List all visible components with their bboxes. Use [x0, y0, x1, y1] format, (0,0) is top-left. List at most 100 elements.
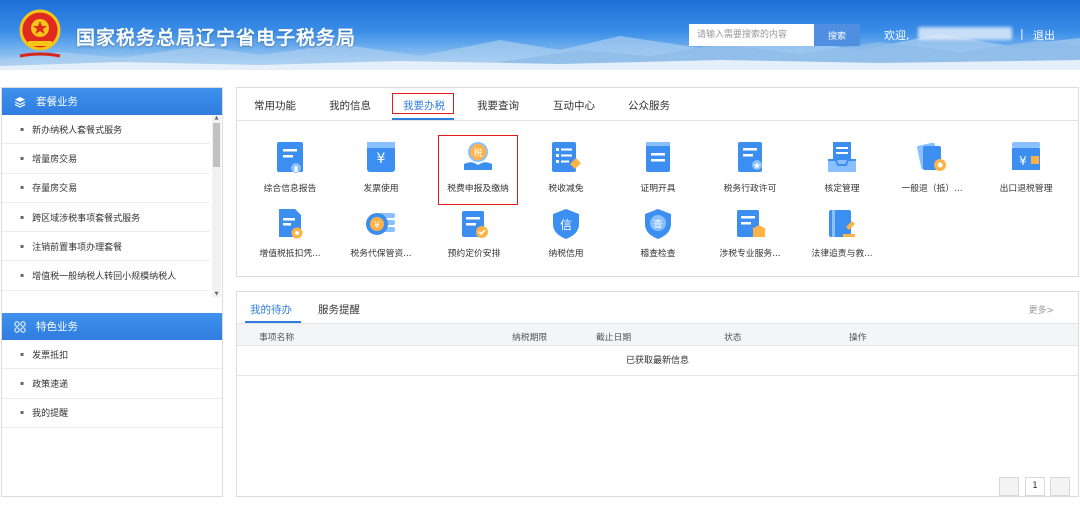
sidebar-item[interactable]: 新办纳税人套餐式服务 [2, 115, 210, 145]
sidebar-item[interactable]: 增值税一般纳税人转回小规模纳税人 [2, 261, 210, 291]
yuan-glyph: ¥ [377, 151, 386, 167]
blurred-username [918, 27, 1012, 40]
logout-link[interactable]: 退出 [1033, 27, 1055, 43]
pagination-prev-button[interactable] [999, 477, 1019, 496]
audit-glyph: 查 [653, 218, 662, 230]
license-icon [738, 142, 762, 172]
func-label: 一般退（抵）... [901, 184, 963, 194]
site-title: 国家税务总局辽宁省电子税务局 [76, 27, 357, 49]
active-tab-indicator [245, 321, 301, 323]
sidebar-package-list: 新办纳税人套餐式服务 增量房交易 存量房交易 跨区域涉税事项套餐式服务 注销前置… [2, 115, 222, 297]
func-inspection[interactable]: 查 稽查检查 [613, 207, 703, 259]
audit-shield-icon: 查 [645, 209, 671, 239]
func-tax-credit[interactable]: 信 纳税信用 [521, 207, 611, 259]
sidebar-item[interactable]: 我的提醒 [2, 399, 222, 428]
column-header: 截止日期 [596, 333, 632, 343]
func-certificate-issue[interactable]: 证明开具 [613, 138, 703, 194]
site-header: 国家税务总局辽宁省电子税务局 搜索 欢迎, | 退出 [0, 0, 1080, 70]
sidebar-section-special[interactable]: 特色业务 [2, 313, 222, 340]
refund-cards-gear-icon [917, 142, 946, 171]
search-button[interactable]: 搜索 [814, 24, 860, 46]
document-gear-icon [279, 209, 303, 239]
func-tax-reduction[interactable]: 税收减免 [521, 138, 611, 194]
invoice-icon: ¥ [367, 142, 395, 172]
yuan-glyph: ¥ [1019, 154, 1027, 168]
func-label: 稽查检查 [640, 249, 676, 259]
sidebar-section-package[interactable]: 套餐业务 [2, 88, 222, 115]
func-label: 综合信息报告 [263, 184, 317, 194]
func-comprehensive-report[interactable]: 综合信息报告 [245, 138, 335, 194]
func-assessment-management[interactable]: 核定管理 [797, 138, 887, 194]
list-check-icon [552, 142, 581, 172]
sidebar-item[interactable]: 增量房交易 [2, 144, 210, 174]
pagination-next-button[interactable] [1050, 477, 1070, 496]
active-tab-indicator [392, 118, 454, 120]
func-legal-remedy[interactable]: 法律追责与救... [797, 207, 887, 259]
tab-public-service[interactable]: 公众服务 [628, 98, 670, 113]
scrollbar-thumb[interactable] [213, 123, 220, 167]
func-professional-services[interactable]: 涉税专业服务... [705, 207, 795, 259]
coin-stack-icon: ¥ [366, 213, 395, 235]
document-report-icon [277, 142, 303, 173]
func-label: 证明开具 [640, 184, 676, 194]
column-header: 事项名称 [259, 333, 295, 343]
func-vat-deduction[interactable]: 增值税抵扣凭... [245, 207, 335, 259]
func-label: 税务行政许可 [723, 184, 777, 194]
column-header: 操作 [849, 333, 867, 343]
search-input[interactable] [689, 24, 814, 46]
layers-icon [14, 96, 26, 108]
sidebar-section-title: 套餐业务 [36, 96, 78, 108]
func-label: 核定管理 [824, 184, 860, 194]
grid-icon [14, 320, 26, 333]
sidebar-section-title: 特色业务 [36, 321, 78, 333]
document-building-icon [737, 210, 766, 237]
func-admin-license[interactable]: 税务行政许可 [705, 138, 795, 194]
func-export-refund[interactable]: ¥ 出口退税管理 [981, 138, 1071, 194]
func-label: 增值税抵扣凭... [259, 249, 321, 259]
tax-bureau-emblem-icon [19, 9, 61, 58]
tab-service-reminder[interactable]: 服务提醒 [318, 302, 360, 317]
tab-my-todo[interactable]: 我的待办 [250, 302, 292, 317]
func-label: 发票使用 [363, 184, 399, 194]
tab-query[interactable]: 我要查询 [477, 98, 519, 113]
tab-my-info[interactable]: 我的信息 [329, 98, 371, 113]
func-label: 税务代保管资... [350, 249, 412, 259]
sidebar-item[interactable]: 注销前置事项办理套餐 [2, 232, 210, 262]
yuan-glyph: ¥ [374, 221, 380, 231]
func-label: 出口退税管理 [999, 184, 1053, 194]
func-label: 税收减免 [548, 184, 584, 194]
credit-shield-icon: 信 [553, 209, 579, 239]
scroll-up-icon[interactable]: ▲ [212, 115, 221, 121]
func-custody-materials[interactable]: ¥ 税务代保管资... [336, 207, 426, 259]
func-label: 涉税专业服务... [719, 249, 781, 259]
column-header: 状态 [724, 333, 742, 343]
tab-common[interactable]: 常用功能 [254, 98, 296, 113]
func-advance-pricing[interactable]: 预约定价安排 [429, 207, 519, 259]
export-refund-icon: ¥ [1012, 142, 1040, 170]
func-invoice-use[interactable]: ¥ 发票使用 [336, 138, 426, 194]
column-header: 纳税期限 [512, 333, 548, 343]
sidebar-item[interactable]: 存量房交易 [2, 174, 210, 203]
function-highlight-box [438, 135, 518, 205]
pagination-page-number[interactable]: 1 [1025, 477, 1045, 496]
sidebar-special-list: 发票抵扣 政策速递 我的提醒 [2, 340, 222, 428]
func-general-refund[interactable]: 一般退（抵）... [887, 138, 977, 194]
sidebar-item[interactable]: 跨区域涉税事项套餐式服务 [2, 203, 210, 233]
todo-table-header: 事项名称 纳税期限 截止日期 状态 操作 [237, 324, 1078, 346]
inbox-document-icon [828, 142, 856, 172]
sidebar: 套餐业务 新办纳税人套餐式服务 增量房交易 存量房交易 跨区域涉税事项套餐式服务… [1, 87, 223, 497]
tab-highlight-box [392, 93, 454, 114]
main-tabs: 常用功能 我的信息 我要办税 我要查询 互动中心 公众服务 [237, 88, 1078, 121]
tab-interaction[interactable]: 互动中心 [553, 98, 595, 113]
sidebar-scrollbar[interactable]: ▲ ▼ [212, 115, 221, 297]
sidebar-item[interactable]: 政策速递 [2, 369, 222, 399]
scroll-down-icon[interactable]: ▼ [212, 291, 221, 297]
func-label: 纳税信用 [548, 249, 584, 259]
law-book-gavel-icon [829, 210, 855, 237]
todo-empty-message: 已获取最新信息 [237, 346, 1078, 376]
func-label: 法律追责与救... [811, 249, 873, 259]
func-label: 预约定价安排 [447, 249, 501, 259]
more-link[interactable]: 更多> [1028, 303, 1054, 316]
todo-panel: 我的待办 服务提醒 更多> 事项名称 纳税期限 截止日期 状态 操作 已获取最新… [236, 291, 1079, 497]
sidebar-item[interactable]: 发票抵扣 [2, 340, 222, 370]
